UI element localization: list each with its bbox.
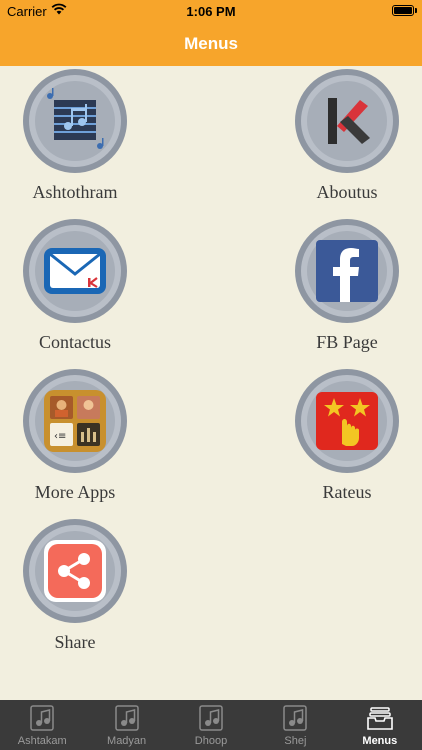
menu-badge <box>292 366 402 476</box>
menu-item-label: Ashtothram <box>32 182 118 202</box>
status-bar: Carrier 1:06 PM <box>0 0 422 22</box>
menu-item-contactus[interactable]: Contactus <box>0 216 150 353</box>
tab-dhoop[interactable]: Dhoop <box>169 700 253 750</box>
music-note-icon <box>30 705 54 731</box>
music-notes-icon <box>47 88 104 149</box>
menu-badge <box>20 216 130 326</box>
tab-ashtakam[interactable]: Ashtakam <box>0 700 84 750</box>
share-icon <box>44 540 106 602</box>
nav-bar: Menus <box>0 22 422 66</box>
tab-menus[interactable]: Menus <box>338 700 422 750</box>
menu-item-rateus[interactable]: Rateus <box>272 366 422 503</box>
tab-label: Madyan <box>107 735 147 747</box>
more-apps-icon: ‹≡ <box>44 390 106 452</box>
menu-badge <box>292 66 402 176</box>
tab-bar: Ashtakam Madyan Dhoop Shej Menus <box>0 700 422 750</box>
rate-us-icon <box>316 392 378 450</box>
mail-icon <box>44 248 106 294</box>
menu-badge <box>292 216 402 326</box>
menu-item-label: Aboutus <box>316 182 378 202</box>
k-logo-icon <box>328 98 370 144</box>
music-note-icon <box>199 705 223 731</box>
menu-item-ashtothram[interactable]: Ashtothram <box>0 66 150 203</box>
menu-item-label: FB Page <box>316 332 378 352</box>
tab-madyan[interactable]: Madyan <box>84 700 168 750</box>
music-note-icon <box>114 705 139 731</box>
menu-item-more-apps[interactable]: ‹≡ More Apps <box>0 366 150 503</box>
page-title: Menus <box>184 34 238 53</box>
menu-badge <box>20 516 130 626</box>
tab-label: Ashtakam <box>17 735 67 747</box>
battery-icon <box>392 5 417 16</box>
facebook-icon <box>316 240 378 302</box>
tab-label: Shej <box>284 735 307 747</box>
status-time: 1:06 PM <box>186 4 236 19</box>
menu-badge <box>20 66 130 176</box>
music-note-icon <box>283 705 308 731</box>
menu-item-fb-page[interactable]: FB Page <box>272 216 422 353</box>
svg-text:‹≡: ‹≡ <box>54 431 66 442</box>
menu-item-label: Contactus <box>39 332 111 352</box>
tab-label: Dhoop <box>194 735 228 747</box>
menu-item-aboutus[interactable]: Aboutus <box>272 66 422 203</box>
menu-item-label: Rateus <box>322 482 372 502</box>
tab-label: Menus <box>362 735 398 747</box>
menu-item-label: More Apps <box>34 482 116 502</box>
menu-item-share[interactable]: Share <box>0 516 150 653</box>
tab-shej[interactable]: Shej <box>253 700 337 750</box>
menu-item-label: Share <box>54 632 96 652</box>
inbox-tray-icon <box>367 707 393 730</box>
menu-badge: ‹≡ <box>20 366 130 476</box>
